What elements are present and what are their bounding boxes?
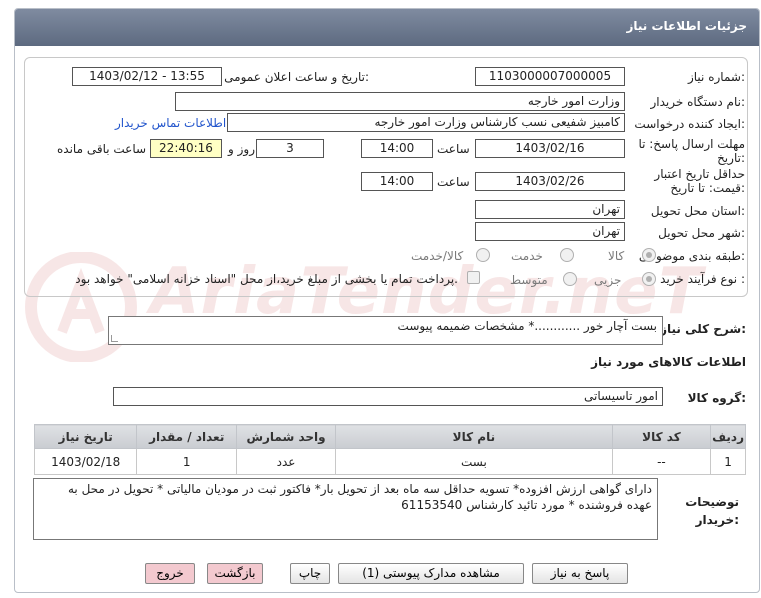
- days-field: 3: [256, 139, 324, 158]
- days-label: روز و: [228, 142, 255, 156]
- need-number-label: شماره نیاز:: [687, 70, 745, 84]
- remaining-time-field: 22:40:16: [150, 139, 222, 158]
- cell-row: 1: [710, 448, 746, 475]
- resize-handle-icon[interactable]: [111, 335, 118, 342]
- city-field: تهران: [475, 222, 625, 241]
- goods-group-field: امور تاسیساتی: [113, 387, 663, 406]
- items-table: ردیف کد کالا نام کالا واحد شمارش تعداد /…: [33, 424, 746, 475]
- col-unit: واحد شمارش: [236, 424, 337, 449]
- process-radio-minor[interactable]: [642, 272, 656, 286]
- goods-section-title: اطلاعات کالاهای مورد نیاز: [591, 355, 746, 369]
- category-option-goods: کالا: [608, 249, 625, 263]
- items-table-header: ردیف کد کالا نام کالا واحد شمارش تعداد /…: [33, 424, 746, 449]
- cell-qty: 1: [136, 448, 238, 475]
- notes-label-2: خریدار:: [695, 513, 739, 527]
- deadline-label-2: تاریخ:: [717, 151, 745, 165]
- col-code: کد کالا: [611, 424, 712, 449]
- deadline-time-field: 14:00: [361, 139, 433, 158]
- summary-label: شرح کلی نیاز:: [660, 322, 746, 336]
- city-label: شهر محل تحویل:: [658, 226, 745, 240]
- back-button[interactable]: بازگشت: [207, 563, 263, 584]
- province-label: استان محل تحویل:: [650, 204, 745, 218]
- buyer-contact-link[interactable]: اطلاعات تماس خریدار: [115, 116, 226, 130]
- process-option-minor: جزیی: [594, 273, 622, 287]
- validity-label-1: حداقل تاریخ اعتبار: [654, 167, 745, 181]
- deadline-time-label: ساعت: [437, 142, 470, 156]
- treasury-payment-checkbox[interactable]: [467, 271, 480, 284]
- notes-textarea: دارای گواهی ارزش افزوده* تسویه حداقل سه …: [33, 478, 658, 540]
- validity-date-field: 1403/02/26: [475, 172, 625, 191]
- category-option-goods-service: کالا/خدمت: [411, 249, 464, 263]
- col-qty: تعداد / مقدار: [136, 424, 238, 449]
- requester-label: ایجاد کننده درخواست:: [634, 117, 745, 131]
- summary-textarea: بست آچار خور ............* مشخصات ضمیمه …: [108, 316, 663, 345]
- cell-date: 1403/02/18: [33, 448, 138, 475]
- goods-group-label: گروه کالا:: [687, 391, 746, 405]
- category-radio-goods-service[interactable]: [476, 248, 490, 262]
- category-option-service: خدمت: [511, 249, 543, 263]
- validity-time-field: 14:00: [361, 172, 433, 191]
- col-row: ردیف: [710, 424, 746, 449]
- cell-name: بست: [335, 448, 613, 475]
- cell-unit: عدد: [236, 448, 337, 475]
- notes-text: دارای گواهی ارزش افزوده* تسویه حداقل سه …: [67, 482, 652, 512]
- reply-button[interactable]: پاسخ به نیاز: [532, 563, 628, 584]
- process-option-medium: متوسط: [510, 273, 548, 287]
- remaining-label: ساعت باقی مانده: [57, 142, 147, 156]
- category-radio-goods[interactable]: [642, 248, 656, 262]
- print-button[interactable]: چاپ: [290, 563, 330, 584]
- need-number-field: 1103000007000005: [475, 67, 625, 86]
- table-row: 1 -- بست عدد 1 1403/02/18: [33, 448, 746, 475]
- province-field: تهران: [475, 200, 625, 219]
- panel-title: جزئیات اطلاعات نیاز: [626, 19, 747, 33]
- validity-label-2: قیمت: تا تاریخ:: [670, 181, 745, 195]
- exit-button[interactable]: خروج: [145, 563, 195, 584]
- treasury-payment-note: پرداخت تمام یا بخشی از مبلغ خرید،از محل …: [75, 272, 458, 286]
- summary-text: بست آچار خور ............* مشخصات ضمیمه …: [397, 319, 657, 333]
- announce-label: تاریخ و ساعت اعلان عمومی:: [224, 70, 369, 84]
- cell-code: --: [611, 448, 712, 475]
- buyer-org-field: وزارت امور خارجه: [175, 92, 625, 111]
- validity-time-label: ساعت: [437, 175, 470, 189]
- process-label: نوع فرآیند خرید :: [660, 272, 745, 286]
- notes-label-1: توضیحات: [685, 495, 739, 509]
- panel-header: جزئیات اطلاعات نیاز: [15, 9, 759, 46]
- process-radio-medium[interactable]: [563, 272, 577, 286]
- announce-field: 1403/02/12 - 13:55: [72, 67, 222, 86]
- requester-field: کامبیز شفیعی نسب کارشناس وزارت امور خارج…: [227, 113, 625, 132]
- col-date: تاریخ نیاز: [33, 424, 138, 449]
- deadline-label-1: مهلت ارسال پاسخ: تا: [638, 137, 745, 151]
- col-name: نام کالا: [335, 424, 613, 449]
- category-radio-service[interactable]: [560, 248, 574, 262]
- view-attachments-button[interactable]: مشاهده مدارک پیوستی (1): [338, 563, 524, 584]
- buyer-org-label: نام دستگاه خریدار:: [650, 95, 746, 109]
- deadline-date-field: 1403/02/16: [475, 139, 625, 158]
